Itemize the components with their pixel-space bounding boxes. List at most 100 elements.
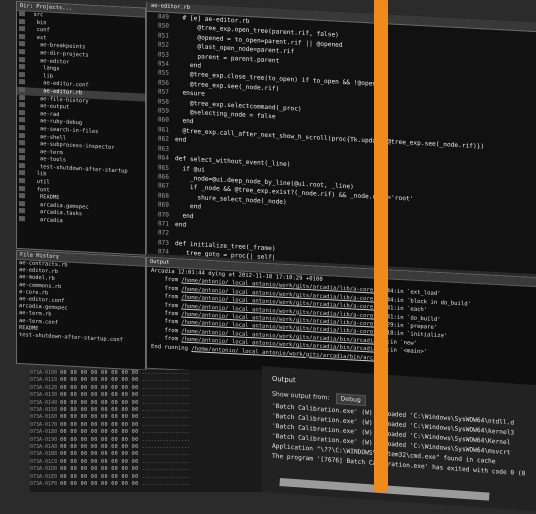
tree-item-label: README <box>27 193 60 202</box>
memory-ascii: ................ <box>141 444 190 451</box>
memory-ascii: ................ <box>141 414 190 421</box>
folder-icon <box>19 102 25 108</box>
memory-ascii: ................ <box>141 370 190 376</box>
memory-row: 073A-01A0 00 00 00 00 00 00 00 00 ......… <box>30 444 270 451</box>
folder-icon <box>19 140 25 146</box>
folder-icon <box>19 117 25 123</box>
memory-ascii: ................ <box>141 421 190 428</box>
folder-icon <box>19 216 25 222</box>
memory-row: 073A-01F0 00 00 00 00 00 00 00 00 ......… <box>30 481 270 488</box>
memory-hex: 00 00 00 00 00 00 00 00 <box>60 377 139 384</box>
tree-item-label: ae-shell <box>27 132 66 141</box>
tree-item-label: lib <box>27 170 47 178</box>
memory-hex: 00 00 00 00 00 00 00 00 <box>60 399 139 406</box>
memory-dump-list: 073A-0100 00 00 00 00 00 00 00 00 ......… <box>30 370 270 489</box>
memory-row: 073A-0180 00 00 00 00 00 00 00 00 ......… <box>30 429 270 436</box>
memory-hex: 00 00 00 00 00 00 00 00 <box>60 473 139 480</box>
vs-output-source-label: Show output from: <box>272 390 330 402</box>
memory-hex: 00 00 00 00 00 00 00 00 <box>60 451 139 458</box>
tree-item-label: ae-tools <box>27 155 66 164</box>
memory-hex: 00 00 00 00 00 00 00 00 <box>60 421 139 428</box>
folder-icon <box>19 56 25 62</box>
memory-hex: 00 00 00 00 00 00 00 00 <box>60 444 139 451</box>
memory-row: 073A-01D0 00 00 00 00 00 00 00 00 ......… <box>30 466 270 473</box>
memory-row: 073A-0100 00 00 00 00 00 00 00 00 ......… <box>30 370 270 377</box>
tree-item-label: ext <box>27 34 47 42</box>
memory-ascii: ................ <box>141 399 190 406</box>
tree-item-label: bin <box>27 19 47 27</box>
file-history-list: ae-contracts.rb ae-editor.rb ae-model.rb ae… <box>17 260 145 346</box>
tree-item-label: lib <box>27 72 53 80</box>
tree-item-label: src <box>27 11 44 19</box>
folder-icon <box>19 208 25 214</box>
memory-ascii: ................ <box>141 436 190 443</box>
output-text: from <box>151 284 182 293</box>
vs-output-source-select[interactable]: Debug <box>335 393 366 407</box>
folder-icon <box>19 185 25 191</box>
folder-icon <box>19 109 25 116</box>
memory-hex: 00 00 00 00 00 00 00 00 <box>60 370 139 376</box>
output-text: from <box>151 335 182 343</box>
orange-stripe <box>374 0 388 492</box>
folder-icon <box>19 170 25 176</box>
folder-icon <box>19 132 25 138</box>
code-text: end <box>175 221 187 229</box>
tree-item-label: font <box>27 186 50 194</box>
file-tree-list: src bin conf ext ae-breakpoints ae-dir-p… <box>17 10 145 230</box>
memory-row: 073A-0130 00 00 00 00 00 00 00 00 ......… <box>30 392 270 399</box>
memory-address: 073A-0180 <box>30 429 58 436</box>
memory-hex: 00 00 00 00 00 00 00 00 <box>60 407 139 414</box>
memory-address: 073A-0160 <box>30 414 58 421</box>
file-history-pane: File History ae-contracts.rb ae-editor.rb… <box>16 249 146 371</box>
tree-item-label: conf <box>27 26 50 34</box>
memory-address: 073A-01E0 <box>30 473 58 480</box>
memory-address: 073A-0100 <box>30 370 58 376</box>
output-text: End running <box>151 343 192 352</box>
output-text: from <box>151 309 182 318</box>
folder-icon <box>19 41 25 47</box>
memory-address: 073A-01B0 <box>30 451 58 458</box>
folder-icon <box>19 26 25 32</box>
memory-address: 073A-01C0 <box>30 458 58 465</box>
code-lines: 849 # [e] ae-editor.rb 850 @tree_exp.open… <box>147 12 536 274</box>
folder-icon <box>19 71 25 78</box>
folder-icon <box>19 79 25 85</box>
memory-ascii: ................ <box>141 377 190 384</box>
memory-address: 073A-0140 <box>30 399 58 406</box>
folder-icon <box>19 162 25 169</box>
memory-ascii: ................ <box>141 473 190 480</box>
memory-row: 073A-0190 00 00 00 00 00 00 00 00 ......… <box>30 437 270 444</box>
folder-icon <box>19 193 25 199</box>
folder-icon <box>19 10 25 17</box>
memory-ascii: ................ <box>141 466 190 473</box>
output-text: from <box>151 276 182 284</box>
memory-address: 073A-0120 <box>30 384 58 391</box>
folder-icon <box>19 48 25 55</box>
memory-hex: 00 00 00 00 00 00 00 00 <box>60 414 139 421</box>
memory-ascii: ................ <box>141 481 190 488</box>
folder-icon <box>19 64 25 70</box>
memory-row: 073A-0160 00 00 00 00 00 00 00 00 ......… <box>30 414 270 421</box>
memory-address: 073A-01A0 <box>30 444 58 451</box>
tree-item-label: arcadia <box>27 216 63 225</box>
memory-ascii: ................ <box>141 392 190 399</box>
memory-hex: 00 00 00 00 00 00 00 00 <box>60 481 139 488</box>
memory-address: 073A-0190 <box>30 436 58 443</box>
memory-row: 073A-0110 00 00 00 00 00 00 00 00 ......… <box>30 377 270 384</box>
tree-item-label: ae-term <box>27 148 63 156</box>
memory-hex: 00 00 00 00 00 00 00 00 <box>60 436 139 443</box>
memory-hex: 00 00 00 00 00 00 00 00 <box>60 429 139 436</box>
memory-address: 073A-0150 <box>30 407 58 414</box>
memory-ascii: ................ <box>141 458 190 465</box>
code-text: end <box>175 136 187 145</box>
memory-hex: 00 00 00 00 00 00 00 00 <box>60 466 139 473</box>
code-editor[interactable]: ae-editor.rb 849 # [e] ae-editor.rb 850 @… <box>146 1 536 275</box>
memory-row: 073A-0140 00 00 00 00 00 00 00 00 ......… <box>30 400 270 407</box>
tree-item-label: ae-rad <box>27 110 60 118</box>
memory-address: 073A-0170 <box>30 421 58 428</box>
folder-icon <box>19 200 25 207</box>
folder-icon <box>19 18 25 24</box>
folder-icon <box>19 178 25 184</box>
memory-ascii: ................ <box>141 384 190 391</box>
file-tree-pane: Dir: Projects... src bin conf ext ae-bre… <box>16 0 146 256</box>
